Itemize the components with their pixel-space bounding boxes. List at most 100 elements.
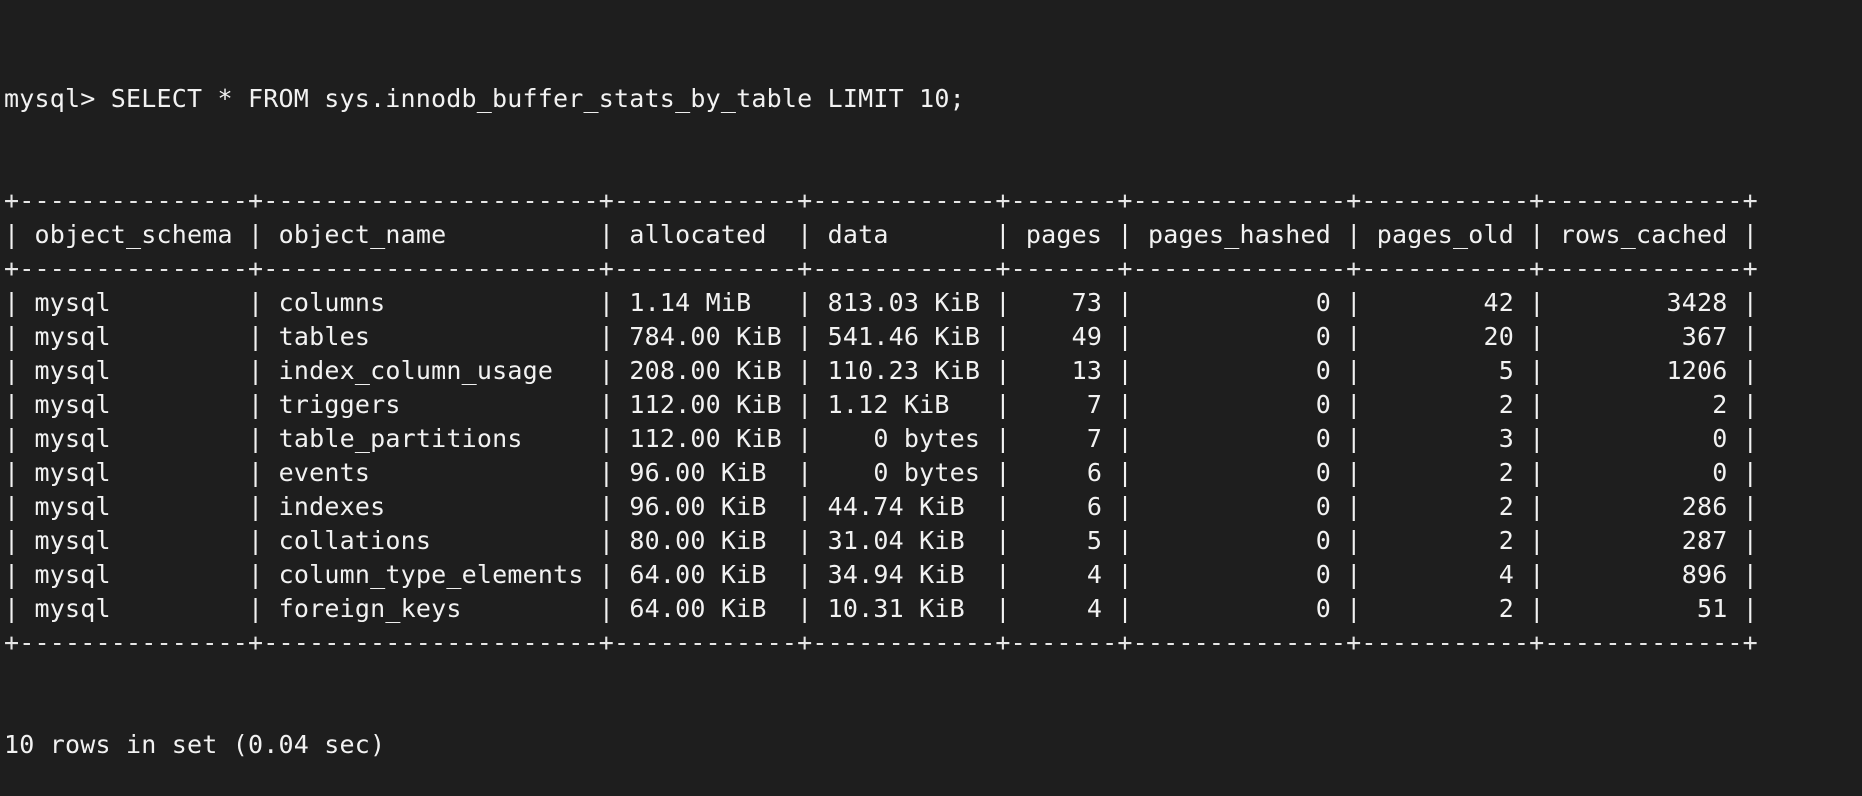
cell-pages-old: 2 <box>1376 390 1514 419</box>
result-summary: 10 rows in set (0.04 sec) <box>4 730 386 759</box>
cell-data: 31.04 KiB <box>827 526 981 555</box>
cell-rows-cached: 0 <box>1559 424 1728 453</box>
table-row: | mysql | tables | 784.00 KiB | 541.46 K… <box>4 322 1759 351</box>
table-row: | mysql | indexes | 96.00 KiB | 44.74 Ki… <box>4 492 1759 521</box>
cell-pages-old: 20 <box>1376 322 1514 351</box>
cell-rows-cached: 2 <box>1559 390 1728 419</box>
cell-object-name: columns <box>278 288 584 317</box>
cell-pages-hashed: 0 <box>1147 492 1331 521</box>
cell-data: 0 bytes <box>827 424 981 453</box>
cell-rows-cached: 51 <box>1559 594 1728 623</box>
cell-pages-hashed: 0 <box>1147 390 1331 419</box>
cell-rows-cached: 287 <box>1559 526 1728 555</box>
cell-rows-cached: 367 <box>1559 322 1728 351</box>
cell-pages-old: 2 <box>1376 492 1514 521</box>
cell-object-schema: mysql <box>34 458 233 487</box>
column-header-allocated: allocated <box>629 220 782 249</box>
cell-pages: 6 <box>1025 458 1103 487</box>
result-table: +---------------+----------------------+… <box>4 184 1758 660</box>
cell-object-name: collations <box>278 526 584 555</box>
column-header-data: data <box>827 220 981 249</box>
cell-object-schema: mysql <box>34 492 233 521</box>
cell-pages-old: 5 <box>1376 356 1514 385</box>
cell-data: 541.46 KiB <box>827 322 981 351</box>
cell-allocated: 96.00 KiB <box>629 458 782 487</box>
command-line[interactable]: mysql> SELECT * FROM sys.innodb_buffer_s… <box>4 82 1758 116</box>
cell-object-name: events <box>278 458 584 487</box>
cell-pages-hashed: 0 <box>1147 288 1331 317</box>
table-border-header: +---------------+----------------------+… <box>4 254 1758 283</box>
cell-data: 34.94 KiB <box>827 560 981 589</box>
cell-allocated: 96.00 KiB <box>629 492 782 521</box>
cell-object-schema: mysql <box>34 560 233 589</box>
column-header-pages-old: pages_old <box>1376 220 1514 249</box>
table-border-bottom: +---------------+----------------------+… <box>4 628 1758 657</box>
cell-object-name: foreign_keys <box>278 594 584 623</box>
table-row: | mysql | table_partitions | 112.00 KiB … <box>4 424 1759 453</box>
cell-pages: 73 <box>1025 288 1103 317</box>
cell-rows-cached: 0 <box>1559 458 1728 487</box>
cell-allocated: 80.00 KiB <box>629 526 782 555</box>
table-border-top: +---------------+----------------------+… <box>4 186 1758 215</box>
cell-allocated: 208.00 KiB <box>629 356 782 385</box>
cell-object-name: index_column_usage <box>278 356 584 385</box>
cell-pages-hashed: 0 <box>1147 424 1331 453</box>
table-row: | mysql | collations | 80.00 KiB | 31.04… <box>4 526 1759 555</box>
cell-pages-old: 3 <box>1376 424 1514 453</box>
cell-pages-old: 2 <box>1376 594 1514 623</box>
cell-allocated: 112.00 KiB <box>629 424 782 453</box>
column-header-pages: pages <box>1025 220 1103 249</box>
table-row: | mysql | events | 96.00 KiB | 0 bytes |… <box>4 458 1759 487</box>
cell-pages: 4 <box>1025 594 1103 623</box>
table-row: | mysql | column_type_elements | 64.00 K… <box>4 560 1759 589</box>
table-row: | mysql | index_column_usage | 208.00 Ki… <box>4 356 1759 385</box>
cell-data: 1.12 KiB <box>827 390 981 419</box>
cell-pages: 7 <box>1025 390 1103 419</box>
cell-pages-old: 4 <box>1376 560 1514 589</box>
sql-command: SELECT * FROM sys.innodb_buffer_stats_by… <box>110 84 965 113</box>
cell-data: 10.31 KiB <box>827 594 981 623</box>
cell-object-schema: mysql <box>34 594 233 623</box>
cell-pages: 49 <box>1025 322 1103 351</box>
cell-allocated: 784.00 KiB <box>629 322 782 351</box>
cell-object-name: indexes <box>278 492 584 521</box>
cell-pages-hashed: 0 <box>1147 594 1331 623</box>
cell-pages-hashed: 0 <box>1147 322 1331 351</box>
table-row: | mysql | foreign_keys | 64.00 KiB | 10.… <box>4 594 1759 623</box>
cell-object-name: triggers <box>278 390 584 419</box>
cell-object-schema: mysql <box>34 322 233 351</box>
cell-rows-cached: 3428 <box>1559 288 1728 317</box>
cell-pages: 6 <box>1025 492 1103 521</box>
cell-allocated: 112.00 KiB <box>629 390 782 419</box>
cell-data: 0 bytes <box>827 458 981 487</box>
cell-pages-hashed: 0 <box>1147 356 1331 385</box>
cell-pages-hashed: 0 <box>1147 526 1331 555</box>
cell-pages: 4 <box>1025 560 1103 589</box>
column-header-object-name: object_name <box>278 220 584 249</box>
mysql-prompt: mysql> <box>4 84 111 113</box>
cell-pages-old: 2 <box>1376 458 1514 487</box>
column-header-object-schema: object_schema <box>34 220 233 249</box>
table-row: | mysql | columns | 1.14 MiB | 813.03 Ki… <box>4 288 1759 317</box>
cell-data: 44.74 KiB <box>827 492 981 521</box>
cell-pages-hashed: 0 <box>1147 458 1331 487</box>
cell-object-schema: mysql <box>34 288 233 317</box>
cell-object-name: column_type_elements <box>278 560 584 589</box>
cell-allocated: 64.00 KiB <box>629 594 782 623</box>
cell-pages: 5 <box>1025 526 1103 555</box>
terminal-output: mysql> SELECT * FROM sys.innodb_buffer_s… <box>4 14 1758 796</box>
cell-object-name: tables <box>278 322 584 351</box>
cell-allocated: 64.00 KiB <box>629 560 782 589</box>
cell-pages-old: 42 <box>1376 288 1514 317</box>
cell-object-schema: mysql <box>34 526 233 555</box>
cell-pages-old: 2 <box>1376 526 1514 555</box>
cell-data: 110.23 KiB <box>827 356 981 385</box>
cell-rows-cached: 286 <box>1559 492 1728 521</box>
cell-object-schema: mysql <box>34 356 233 385</box>
cell-object-name: table_partitions <box>278 424 584 453</box>
cell-object-schema: mysql <box>34 424 233 453</box>
table-header-row: | object_schema | object_name | allocate… <box>4 220 1759 249</box>
cell-allocated: 1.14 MiB <box>629 288 782 317</box>
cell-object-schema: mysql <box>34 390 233 419</box>
column-header-rows-cached: rows_cached <box>1559 220 1728 249</box>
